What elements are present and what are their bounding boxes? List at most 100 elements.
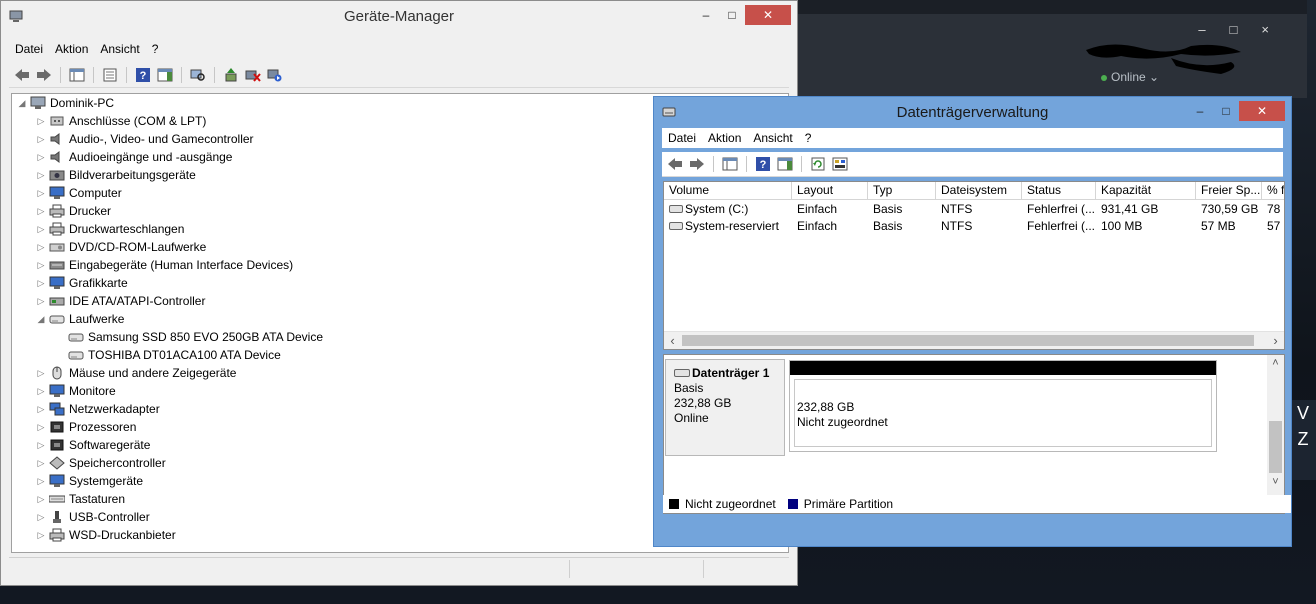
collapse-triangle-icon[interactable]: ▷ [35,238,47,256]
properties-icon[interactable] [101,66,119,84]
show-hide-action-pane-icon[interactable] [156,66,174,84]
tree-node[interactable]: ▷ Audio-, Video- und Gamecontroller [35,130,254,148]
show-hide-action-pane-icon[interactable] [776,155,794,173]
menu-aktion[interactable]: Aktion [702,128,747,148]
maximize-button[interactable]: □ [719,5,745,25]
collapse-triangle-icon[interactable]: ▷ [35,490,47,508]
menu-ansicht[interactable]: Ansicht [747,128,798,148]
tree-node[interactable]: ▷ Systemgeräte [35,472,144,490]
close-button[interactable]: ✕ [745,5,791,25]
unallocated-partition[interactable]: 232,88 GB Nicht zugeordnet [789,360,1217,452]
tree-node[interactable]: ▷ Anschlüsse (COM & LPT) [35,112,207,130]
scroll-down-icon[interactable]: ˅ [1267,474,1284,491]
collapse-triangle-icon[interactable]: ▷ [35,454,47,472]
background-window-controls[interactable]: –□× [1198,22,1293,37]
collapse-triangle-icon[interactable]: ▷ [35,400,47,418]
tree-node[interactable]: ▷ Grafikkarte [35,274,128,292]
column-kapazitaet[interactable]: Kapazität [1096,182,1196,199]
collapse-triangle-icon[interactable]: ▷ [35,256,47,274]
console-tree-icon[interactable] [721,155,739,173]
scrollbar-thumb[interactable] [682,335,1254,346]
tree-node[interactable]: ▷ Bildverarbeitungsgeräte [35,166,196,184]
menu-help[interactable]: ? [146,39,165,59]
tree-node[interactable]: ▷ Druckwarteschlangen [35,220,185,238]
collapse-triangle-icon[interactable]: ▷ [35,274,47,292]
help-icon[interactable]: ? [134,66,152,84]
scan-hardware-icon[interactable] [189,66,207,84]
tree-node[interactable]: ▷ Computer [35,184,122,202]
tree-node[interactable]: ▷ Tastaturen [35,490,126,508]
tree-node[interactable]: ▷ Mäuse und andere Zeigegeräte [35,364,237,382]
menu-aktion[interactable]: Aktion [49,39,94,59]
scroll-up-icon[interactable]: ˄ [1267,355,1284,372]
device-manager-titlebar[interactable]: Geräte-Manager – □ ✕ [1,1,797,31]
volume-row[interactable]: System (C:) Einfach Basis NTFS Fehlerfre… [664,201,1284,218]
column-dateisystem[interactable]: Dateisystem [936,182,1022,199]
tree-node[interactable]: ▷ Monitore [35,382,116,400]
forward-arrow-icon[interactable] [35,66,53,84]
column-status[interactable]: Status [1022,182,1096,199]
volume-list-hscrollbar[interactable]: ‹ › [664,331,1284,349]
minimize-button[interactable]: – [1187,101,1213,121]
close-button[interactable]: ✕ [1239,101,1285,121]
collapse-triangle-icon[interactable]: ▷ [35,130,47,148]
maximize-button[interactable]: □ [1213,101,1239,121]
refresh-icon[interactable] [809,155,827,173]
uninstall-device-icon[interactable] [244,66,262,84]
tree-node[interactable]: ▷ Speichercontroller [35,454,166,472]
collapse-triangle-icon[interactable]: ▷ [35,112,47,130]
expand-triangle-icon[interactable]: ◢ [16,94,28,112]
collapse-triangle-icon[interactable]: ▷ [35,292,47,310]
tree-node[interactable]: ▷ USB-Controller [35,508,150,526]
console-tree-icon[interactable] [68,66,86,84]
disk-management-titlebar[interactable]: Datenträgerverwaltung – □ ✕ [654,97,1291,127]
menu-datei[interactable]: Datei [662,128,702,148]
update-driver-icon[interactable] [222,66,240,84]
tree-node[interactable]: ◢ Dominik-PC [16,94,114,112]
tree-node[interactable]: ▷ WSD-Druckanbieter [35,526,176,544]
menu-datei[interactable]: Datei [9,39,49,59]
collapse-triangle-icon[interactable]: ▷ [35,184,47,202]
column-freier-speicher[interactable]: Freier Sp... [1196,182,1262,199]
collapse-triangle-icon[interactable]: ▷ [35,436,47,454]
minimize-button[interactable]: – [693,5,719,25]
disk-properties-icon[interactable] [831,155,849,173]
tree-node[interactable]: ▷ Prozessoren [35,418,137,436]
volume-row[interactable]: System-reserviert Einfach Basis NTFS Feh… [664,218,1284,235]
tree-node[interactable]: TOSHIBA DT01ACA100 ATA Device [54,346,281,364]
tree-node[interactable]: ◢ Laufwerke [35,310,125,328]
collapse-triangle-icon[interactable]: ▷ [35,508,47,526]
column-prozent-frei[interactable]: % f [1262,182,1284,199]
menu-help[interactable]: ? [799,128,818,148]
collapse-triangle-icon[interactable]: ▷ [35,364,47,382]
tree-node[interactable]: ▷ Softwaregeräte [35,436,151,454]
scroll-right-icon[interactable]: › [1267,332,1284,349]
collapse-triangle-icon[interactable]: ▷ [35,202,47,220]
disk-view-vscrollbar[interactable]: ˄ ˅ [1267,355,1284,513]
column-layout[interactable]: Layout [792,182,868,199]
scroll-left-icon[interactable]: ‹ [664,332,681,349]
enable-device-icon[interactable] [266,66,284,84]
expand-triangle-icon[interactable]: ◢ [35,310,47,328]
disk-label-box[interactable]: Datenträger 1 Basis 232,88 GB Online [665,359,785,456]
scrollbar-thumb[interactable] [1269,421,1282,473]
back-arrow-icon[interactable] [13,66,31,84]
help-icon[interactable]: ? [754,155,772,173]
tree-node[interactable]: ▷ Drucker [35,202,111,220]
tree-node[interactable]: ▷ Audioeingänge und -ausgänge [35,148,233,166]
collapse-triangle-icon[interactable]: ▷ [35,472,47,490]
tree-node[interactable]: ▷ IDE ATA/ATAPI-Controller [35,292,206,310]
forward-arrow-icon[interactable] [688,155,706,173]
collapse-triangle-icon[interactable]: ▷ [35,166,47,184]
menu-ansicht[interactable]: Ansicht [94,39,145,59]
tree-node[interactable]: Samsung SSD 850 EVO 250GB ATA Device [54,328,323,346]
disk-graphical-view[interactable]: Datenträger 1 Basis 232,88 GB Online 232… [663,354,1285,514]
collapse-triangle-icon[interactable]: ▷ [35,148,47,166]
tree-node[interactable]: ▷ DVD/CD-ROM-Laufwerke [35,238,207,256]
tree-node[interactable]: ▷ Eingabegeräte (Human Interface Devices) [35,256,294,274]
tree-node[interactable]: ▷ Netzwerkadapter [35,400,160,418]
column-volume[interactable]: Volume [664,182,792,199]
back-arrow-icon[interactable] [666,155,684,173]
collapse-triangle-icon[interactable]: ▷ [35,526,47,544]
volume-list[interactable]: Volume Layout Typ Dateisystem Status Kap… [663,181,1285,350]
